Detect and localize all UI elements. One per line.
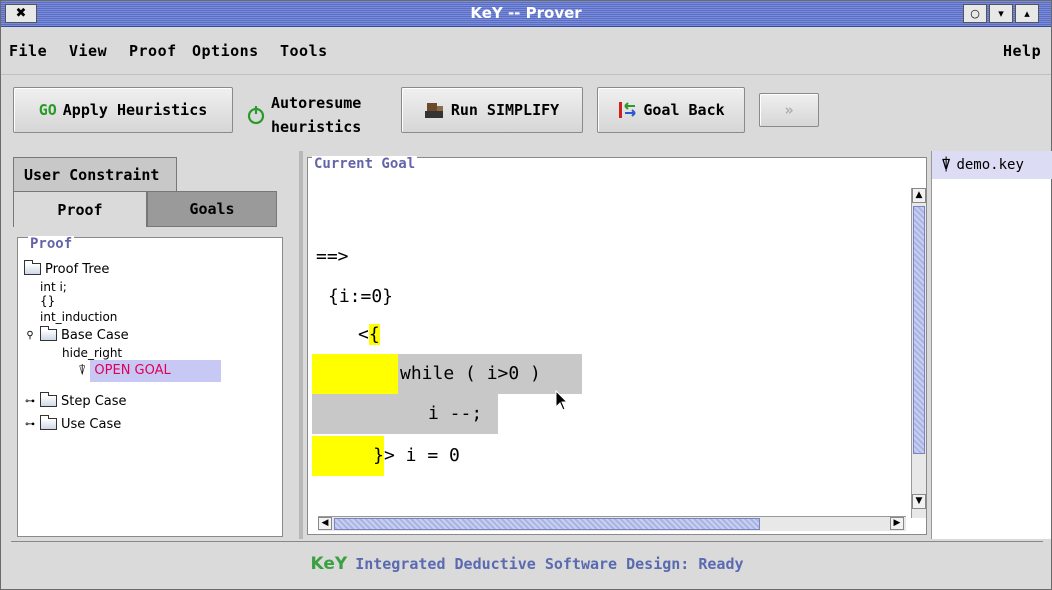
scroll-down-icon[interactable]: ▼ — [912, 494, 926, 509]
block-open-brace: { — [368, 324, 380, 345]
tree-node-root[interactable]: Proof Tree — [24, 260, 109, 278]
update-expression: {i:=0} — [328, 286, 394, 307]
tab-goals-label: Goals — [189, 200, 235, 218]
status-text: Integrated Deductive Software Design: Re… — [355, 554, 744, 573]
collapsed-handle-icon[interactable]: ⊶ — [24, 419, 36, 430]
scroll-thumb[interactable] — [913, 206, 925, 454]
mouse-cursor-icon — [555, 390, 569, 411]
forward-button[interactable]: » — [759, 93, 819, 127]
autoresume-label-line1: Autoresume — [271, 94, 362, 112]
tree-node-label: {} — [40, 294, 56, 308]
window-shade-button[interactable]: ▾ — [989, 4, 1013, 23]
arrow-down-icon: ▾ — [998, 7, 1004, 20]
tree-node-label: int_induction — [40, 310, 118, 324]
tree-node-label: Step Case — [61, 393, 127, 409]
modality-open: <{ — [358, 324, 380, 346]
goal-back-label: Goal Back — [643, 101, 725, 119]
tree-node-label: Use Case — [61, 416, 122, 432]
menu-bar: File View Proof Options Tools Help — [1, 28, 1051, 74]
run-simplify-label: Run SIMPLIFY — [450, 101, 560, 119]
demo-key-label: demo.key — [956, 157, 1024, 173]
tree-node-label: Proof Tree — [45, 261, 110, 277]
current-goal-title: Current Goal — [312, 156, 418, 172]
modality-bracket: < — [358, 324, 369, 345]
current-goal-panel[interactable]: Current Goal ==> {i:=0} <{ while ( i>0 )… — [307, 156, 927, 535]
scroll-thumb[interactable] — [334, 518, 760, 530]
run-simplify-button[interactable]: Run SIMPLIFY — [401, 87, 583, 133]
horizontal-scrollbar[interactable]: ◀ ▶ — [318, 516, 906, 531]
post-condition: > i = 0 — [384, 445, 460, 466]
folder-icon — [40, 415, 57, 430]
toolbar: GO Apply Heuristics Autoresume heuristic… — [1, 74, 1051, 146]
keyhole-icon: ⍒ — [78, 363, 87, 379]
collapsed-handle-icon[interactable]: ⊶ — [24, 396, 36, 407]
apply-heuristics-button[interactable]: GO Apply Heuristics — [13, 87, 233, 133]
folder-icon — [40, 326, 57, 341]
tree-node-open-goal[interactable]: ⍒ OPEN GOAL — [78, 360, 221, 382]
folder-icon — [24, 260, 41, 275]
keyhole-icon: ⍒ — [942, 157, 951, 173]
menu-proof[interactable]: Proof — [129, 42, 177, 60]
tab-goals[interactable]: Goals — [147, 191, 277, 227]
power-icon — [247, 106, 265, 125]
block-close-brace: } — [312, 436, 384, 476]
tree-node-label: hide_right — [62, 346, 123, 360]
tree-node-base-case[interactable]: ⚲ Base Case — [24, 326, 129, 344]
loop-body: i --; — [312, 394, 498, 434]
tree-node-step-case[interactable]: ⊶ Step Case — [24, 392, 127, 410]
proof-group-title: Proof — [28, 236, 75, 252]
left-panel: User Constraint Proof Goals Proof Proof … — [11, 151, 287, 539]
sequent-arrow: ==> — [316, 246, 349, 267]
menu-help[interactable]: Help — [1003, 42, 1041, 60]
folder-icon — [40, 392, 57, 407]
center-panel: Current Goal ==> {i:=0} <{ while ( i>0 )… — [299, 151, 927, 539]
goal-back-icon — [619, 102, 637, 118]
title-bar[interactable]: ✖ KeY -- Prover ○ ▾ ▴ — [1, 1, 1051, 27]
goal-back-button[interactable]: Goal Back — [597, 87, 745, 133]
tab-proof-label: Proof — [57, 200, 103, 219]
window-title: KeY -- Prover — [470, 4, 582, 22]
status-bar: KeY Integrated Deductive Software Design… — [11, 541, 1043, 585]
tab-user-constraint-label: User Constraint — [24, 166, 160, 184]
key-logo: KeY — [310, 553, 348, 574]
go-icon: GO — [38, 101, 57, 119]
apply-heuristics-label: Apply Heuristics — [62, 101, 208, 119]
autoresume-label-line2: heuristics — [271, 118, 362, 136]
loop-body-text: i --; — [312, 394, 498, 434]
menu-view[interactable]: View — [69, 42, 107, 60]
arrow-up-icon: ▴ — [1024, 7, 1030, 20]
menu-file[interactable]: File — [9, 42, 47, 60]
scroll-left-icon[interactable]: ◀ — [318, 517, 332, 530]
proof-tree-panel[interactable]: Proof Proof Tree int i; {} int_induction… — [17, 236, 283, 537]
circle-icon: ○ — [970, 7, 980, 20]
window-maximize-button[interactable]: ▴ — [1015, 4, 1039, 23]
right-panel: ⍒ demo.key — [931, 151, 1052, 539]
expanded-handle-icon[interactable]: ⚲ — [24, 330, 36, 341]
autoresume-toggle[interactable]: Autoresume heuristics — [245, 87, 361, 143]
scroll-up-icon[interactable]: ▲ — [912, 188, 926, 203]
fast-forward-icon: » — [784, 101, 794, 119]
prover-window: ✖ KeY -- Prover ○ ▾ ▴ File View Proof Op… — [0, 0, 1052, 590]
vertical-scrollbar[interactable]: ▲ ▼ — [911, 188, 926, 518]
tab-proof[interactable]: Proof — [13, 191, 147, 227]
menu-options[interactable]: Options — [192, 42, 259, 60]
menu-tools[interactable]: Tools — [280, 42, 328, 60]
modality-close: }> i = 0 — [312, 436, 460, 476]
simplify-icon — [424, 103, 443, 118]
tree-node-use-case[interactable]: ⊶ Use Case — [24, 415, 121, 433]
demo-key-item[interactable]: ⍒ demo.key — [932, 151, 1052, 179]
yellow-indent-block — [312, 354, 398, 394]
tree-node-label: Base Case — [61, 327, 129, 343]
scroll-right-icon[interactable]: ▶ — [890, 517, 904, 530]
window-minimize-button[interactable]: ○ — [963, 4, 987, 23]
tab-user-constraint[interactable]: User Constraint — [13, 157, 177, 193]
tree-node-int-induction[interactable]: int_induction — [40, 308, 117, 326]
while-text: while ( i>0 ) — [398, 354, 582, 394]
while-statement: while ( i>0 ) — [398, 354, 582, 394]
open-goal-label: OPEN GOAL — [90, 360, 221, 382]
